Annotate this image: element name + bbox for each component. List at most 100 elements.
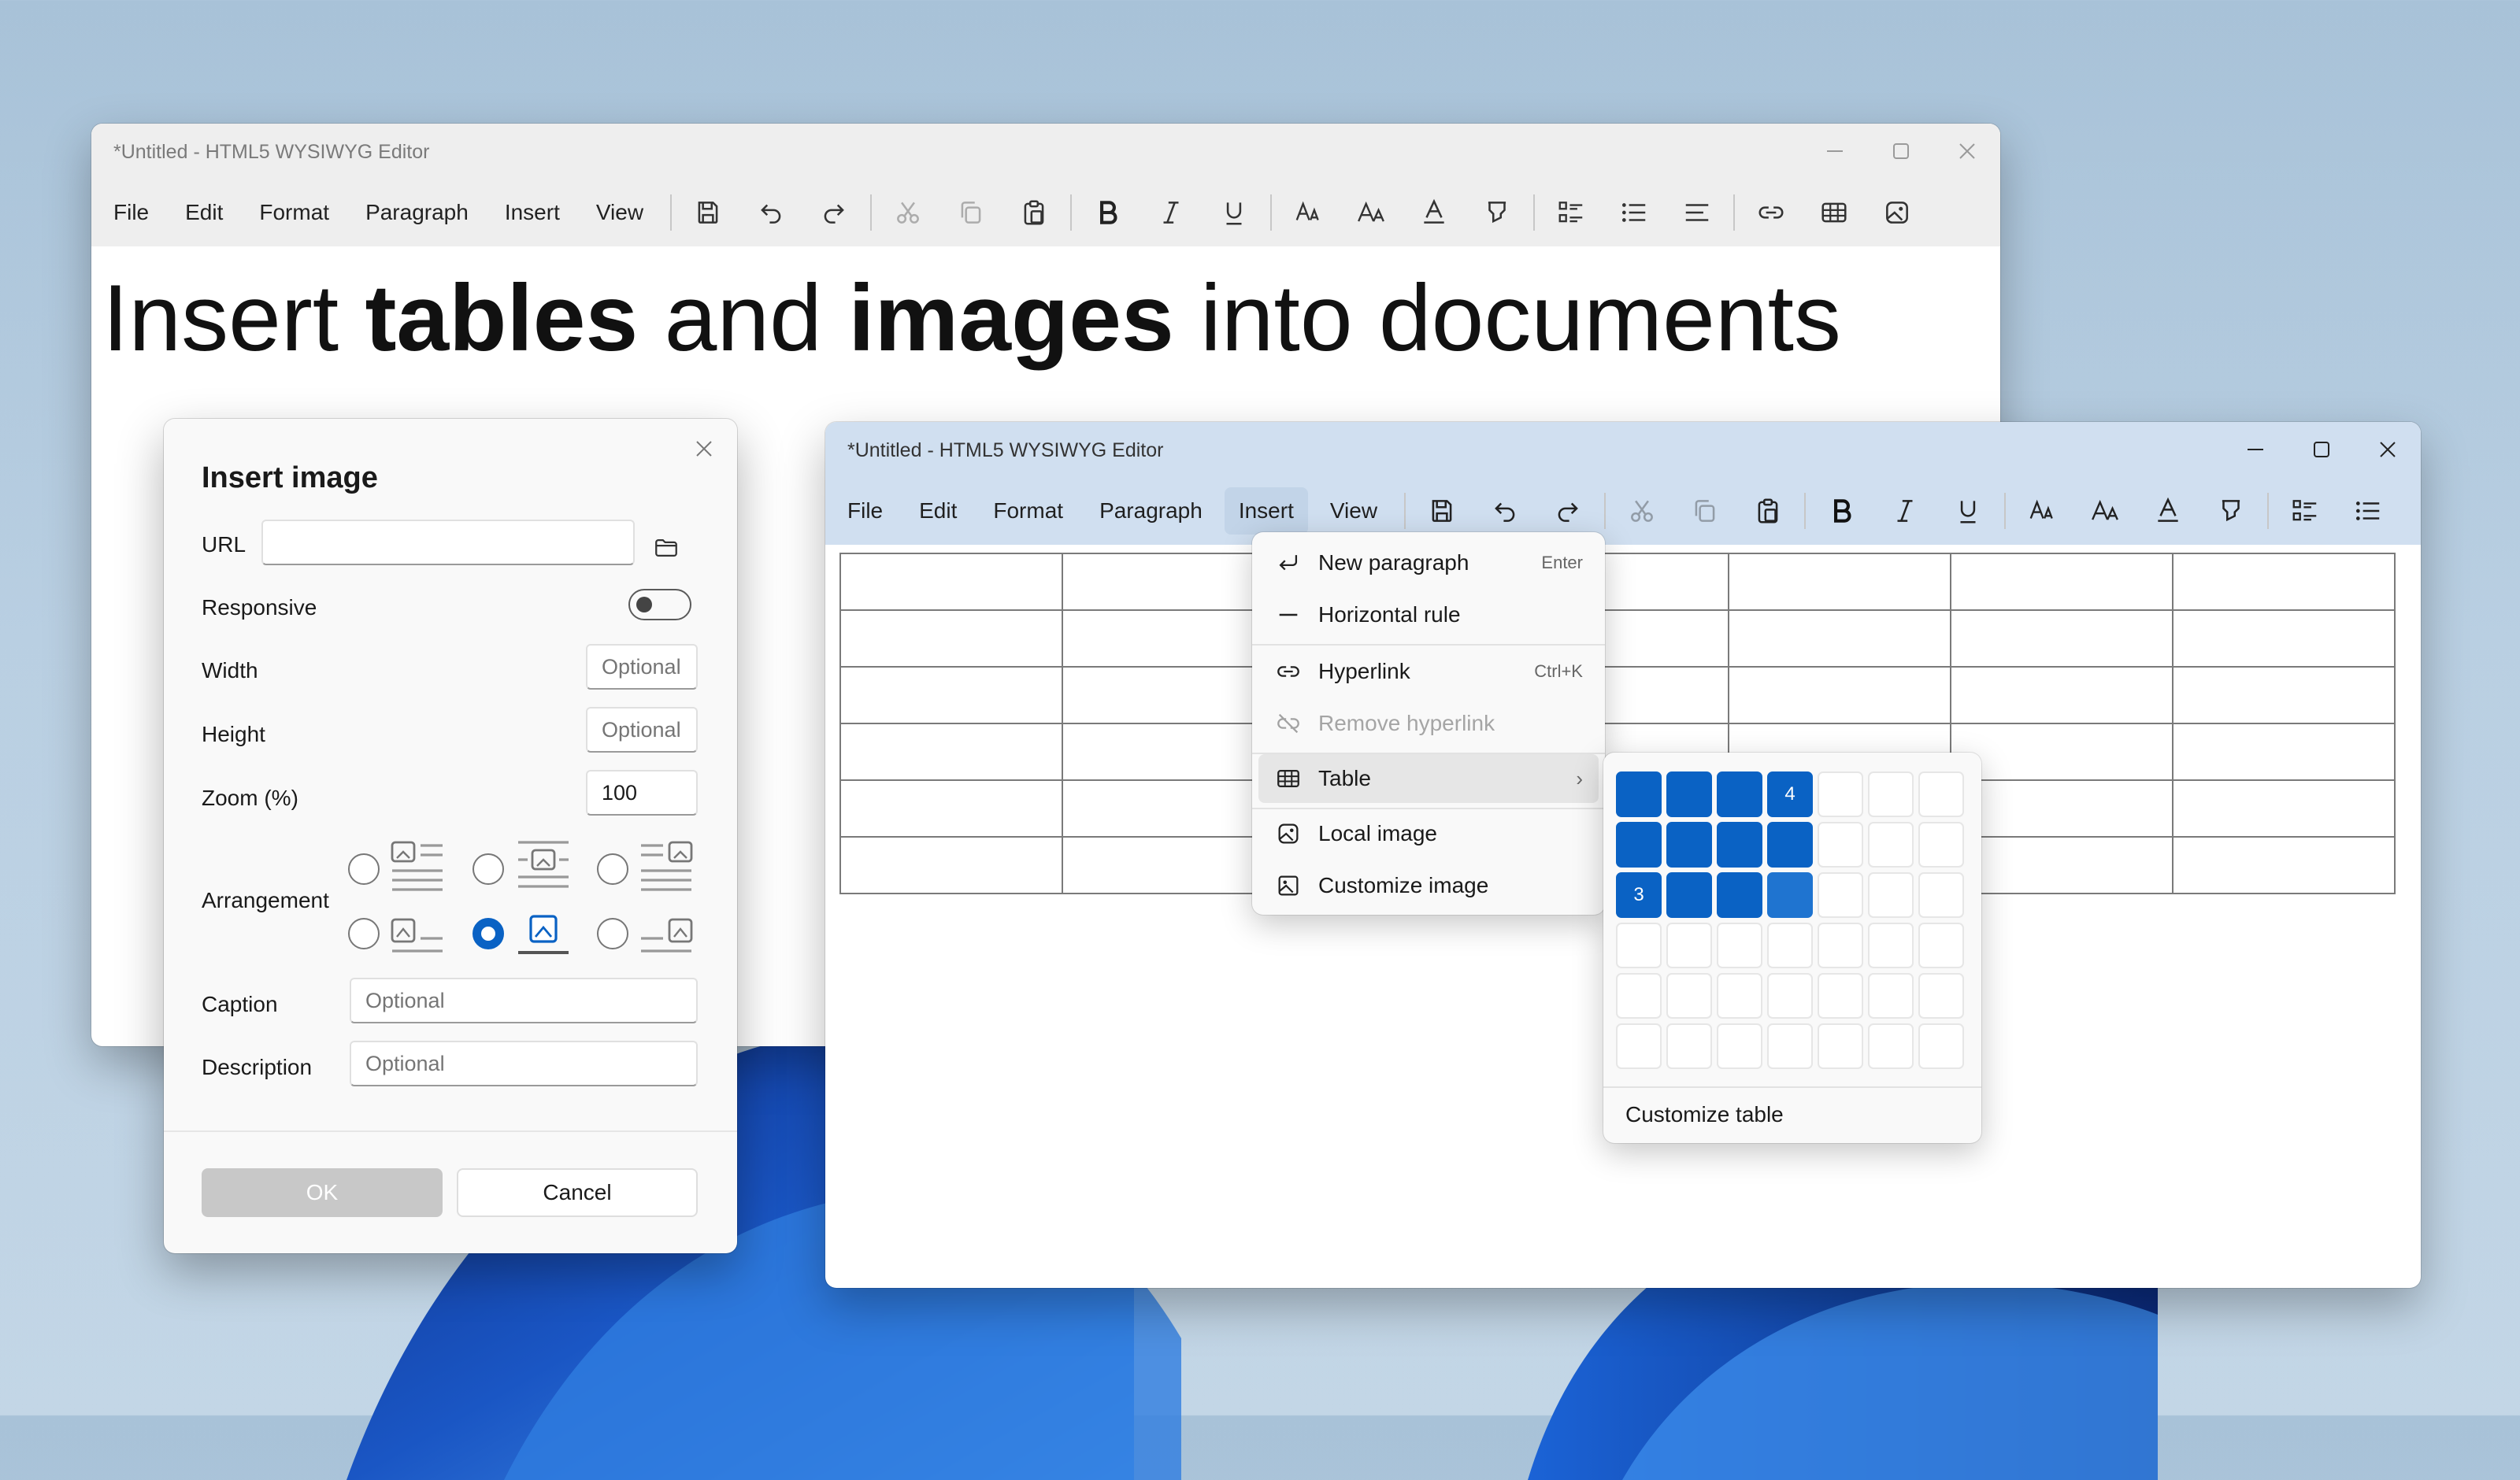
highlight-button[interactable]	[2199, 483, 2262, 538]
image-button[interactable]	[1866, 185, 1929, 240]
menu-edit[interactable]: Edit	[905, 487, 971, 535]
paste-button[interactable]	[1002, 185, 1065, 240]
link-button[interactable]	[1740, 185, 1803, 240]
caption-input[interactable]	[350, 978, 698, 1023]
picker-cell[interactable]	[1918, 923, 1964, 968]
menu-edit[interactable]: Edit	[171, 189, 237, 236]
picker-cell[interactable]	[1918, 973, 1964, 1019]
arrangement-radio-6[interactable]	[597, 918, 628, 949]
font-size-button[interactable]	[1340, 185, 1403, 240]
redo-button[interactable]	[802, 185, 865, 240]
table-cell[interactable]	[1062, 553, 1285, 611]
picker-cell[interactable]	[1767, 872, 1813, 918]
font-family-button[interactable]	[2010, 483, 2073, 538]
picker-cell[interactable]	[1616, 973, 1662, 1019]
table-cell[interactable]	[2172, 836, 2396, 894]
description-input[interactable]	[350, 1041, 698, 1086]
cut-button[interactable]	[876, 185, 939, 240]
picker-cell[interactable]	[1666, 973, 1712, 1019]
height-input[interactable]	[586, 707, 698, 753]
picker-cell[interactable]	[1918, 1023, 1964, 1069]
undo-button[interactable]	[1473, 483, 1536, 538]
menu-insert[interactable]: Insert	[491, 189, 574, 236]
save-button[interactable]	[1410, 483, 1473, 538]
picker-cell[interactable]	[1666, 872, 1712, 918]
table-cell[interactable]	[839, 836, 1063, 894]
minimize-button[interactable]	[2222, 422, 2288, 477]
picker-cell[interactable]	[1616, 923, 1662, 968]
menu-item-hyperlink[interactable]: Hyperlink Ctrl+K	[1258, 647, 1599, 696]
table-cell[interactable]	[839, 553, 1063, 611]
table-cell[interactable]	[1062, 836, 1285, 894]
picker-cell[interactable]	[1717, 1023, 1762, 1069]
picker-cell[interactable]	[1818, 923, 1863, 968]
arrangement-radio-5[interactable]	[472, 918, 504, 949]
picker-cell[interactable]	[1918, 771, 1964, 817]
align-button[interactable]	[1666, 185, 1729, 240]
picker-cell[interactable]	[1818, 822, 1863, 868]
menu-item-horizontal-rule[interactable]: Horizontal rule	[1258, 590, 1599, 639]
picker-cell[interactable]	[1868, 973, 1914, 1019]
menu-view[interactable]: View	[582, 189, 658, 236]
picker-cell[interactable]	[1666, 771, 1712, 817]
table-cell[interactable]	[1728, 553, 1951, 611]
table-cell[interactable]	[839, 666, 1063, 724]
table-cell[interactable]	[1062, 666, 1285, 724]
arrangement-radio-3[interactable]	[597, 853, 628, 885]
undo-button[interactable]	[739, 185, 802, 240]
picker-cell[interactable]	[1818, 1023, 1863, 1069]
picker-cell[interactable]	[1818, 872, 1863, 918]
menu-file[interactable]: File	[833, 487, 897, 535]
table-cell[interactable]	[1950, 553, 2174, 611]
underline-button[interactable]	[1936, 483, 1999, 538]
copy-button[interactable]	[1673, 483, 1736, 538]
bold-button[interactable]	[1810, 483, 1873, 538]
table-cell[interactable]	[1728, 609, 1951, 668]
arrangement-radio-4[interactable]	[348, 918, 380, 949]
menu-format[interactable]: Format	[979, 487, 1077, 535]
table-cell[interactable]	[1062, 723, 1285, 781]
copy-button[interactable]	[939, 185, 1002, 240]
picker-cell[interactable]	[1767, 973, 1813, 1019]
font-size-button[interactable]	[2073, 483, 2136, 538]
arrangement-radio-1[interactable]	[348, 853, 380, 885]
picker-cell[interactable]	[1868, 872, 1914, 918]
table-cell[interactable]	[839, 609, 1063, 668]
picker-cell[interactable]	[1616, 771, 1662, 817]
picker-cell[interactable]	[1818, 973, 1863, 1019]
menu-item-table[interactable]: Table ›	[1258, 754, 1599, 803]
picker-cell[interactable]	[1818, 771, 1863, 817]
picker-cell[interactable]	[1767, 822, 1813, 868]
table-cell[interactable]	[2172, 609, 2396, 668]
menu-format[interactable]: Format	[245, 189, 343, 236]
picker-cell[interactable]	[1717, 872, 1762, 918]
picker-cell[interactable]	[1868, 1023, 1914, 1069]
text-color-button[interactable]	[1403, 185, 1466, 240]
table-cell[interactable]	[1950, 609, 2174, 668]
table-cell[interactable]	[2172, 666, 2396, 724]
picker-cell[interactable]	[1717, 771, 1762, 817]
width-input[interactable]	[586, 644, 698, 690]
close-button[interactable]	[2355, 422, 2421, 477]
menu-paragraph[interactable]: Paragraph	[351, 189, 483, 236]
cancel-button[interactable]: Cancel	[457, 1168, 698, 1217]
minimize-button[interactable]	[1802, 124, 1868, 179]
responsive-toggle[interactable]	[628, 589, 691, 620]
redo-button[interactable]	[1536, 483, 1599, 538]
picker-cell[interactable]	[1666, 923, 1712, 968]
table-size-grid[interactable]: 43	[1616, 771, 1964, 1069]
menu-item-local-image[interactable]: Local image	[1258, 809, 1599, 858]
picker-cell[interactable]	[1767, 923, 1813, 968]
picker-cell[interactable]	[1666, 822, 1712, 868]
table-cell[interactable]	[1728, 666, 1951, 724]
table-cell[interactable]	[1950, 723, 2174, 781]
highlight-button[interactable]	[1466, 185, 1529, 240]
menu-item-new-paragraph[interactable]: New paragraph Enter	[1258, 538, 1599, 587]
picker-cell[interactable]	[1616, 1023, 1662, 1069]
underline-button[interactable]	[1203, 185, 1266, 240]
menu-view[interactable]: View	[1316, 487, 1392, 535]
menu-item-customize-image[interactable]: Customize image	[1258, 861, 1599, 910]
menu-insert[interactable]: Insert	[1224, 487, 1308, 535]
menu-item-remove-hyperlink[interactable]: Remove hyperlink	[1258, 699, 1599, 748]
checklist-button[interactable]	[2274, 483, 2337, 538]
